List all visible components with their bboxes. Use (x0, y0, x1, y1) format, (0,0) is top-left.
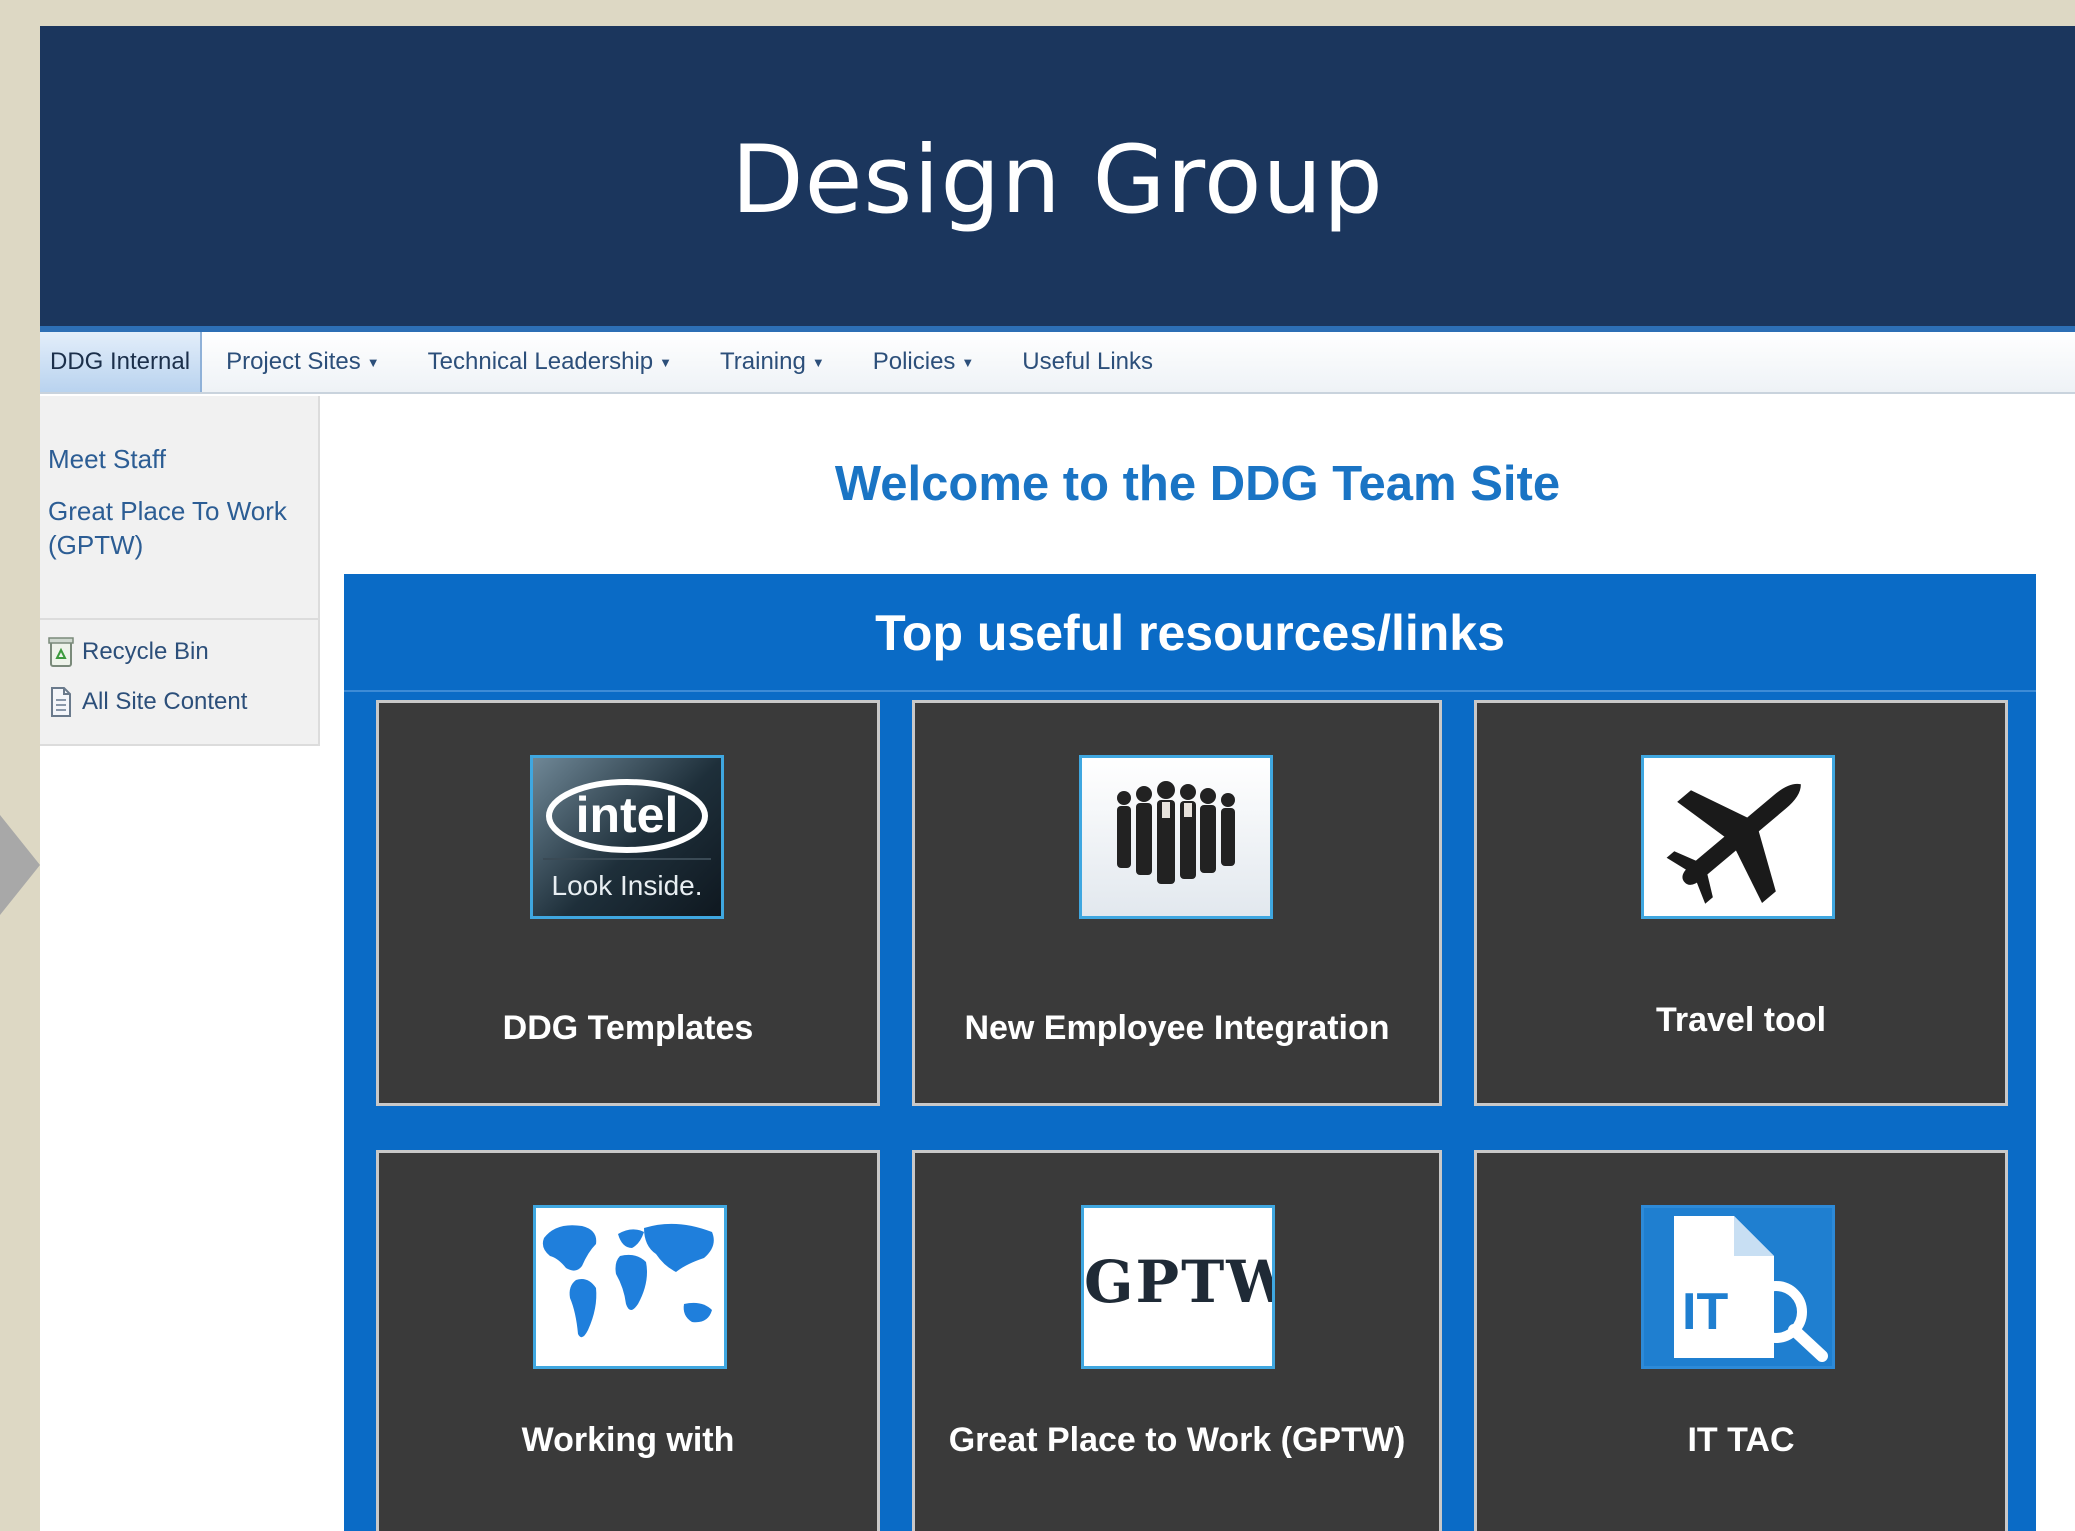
it-document-search-icon (1674, 1216, 1828, 1362)
it-document-search-image: IT (1641, 1205, 1835, 1369)
nav-item-ddg-internal[interactable]: DDG Internal (40, 332, 203, 392)
tile-label: New Employee Integration (964, 1009, 1390, 1047)
airplane-icon (1666, 783, 1801, 904)
sidebar-util-label: All Site Content (82, 688, 248, 715)
nav-label: Policies (872, 348, 956, 375)
tile-label: Great Place to Work (GPTW) (948, 1421, 1406, 1459)
tile-new-employee-integration[interactable]: New Employee Integration (912, 700, 1442, 1106)
sidebar-recycle-bin[interactable]: Recycle Bin (48, 636, 209, 668)
business-people-image (1079, 755, 1273, 919)
nav-item-useful-links[interactable]: Useful Links (998, 332, 1177, 392)
resources-panel: Top useful resources/links intel Look In… (344, 574, 2036, 1531)
sidebar-link-label: (GPTW) (48, 530, 144, 560)
sidebar-link-gptw[interactable]: Great Place To Work (GPTW) (48, 494, 287, 562)
it-logo-text: IT (1682, 1283, 1729, 1341)
sidebar-divider (40, 618, 318, 620)
gptw-logo-text: GPTW (1084, 1248, 1275, 1316)
nav-label: Training (720, 348, 806, 375)
tile-label: Working with (521, 1421, 735, 1459)
tile-great-place-to-work[interactable]: GPTW Great Place to Work (GPTW) (912, 1150, 1442, 1531)
sharepoint-page: Design Group DDG Internal Project Sites … (40, 26, 2075, 1531)
tile-working-with[interactable]: Working with (376, 1150, 880, 1531)
site-content-icon (51, 687, 71, 717)
intel-logo-tagline: Look Inside. (551, 870, 703, 901)
business-people-graphic (1117, 781, 1235, 884)
airplane-image (1641, 755, 1835, 919)
nav-item-training[interactable]: Training ▼ (696, 332, 849, 392)
intel-logo-image: intel Look Inside. (530, 755, 724, 919)
nav-item-project-sites[interactable]: Project Sites ▼ (202, 332, 404, 392)
top-navigation-bar: DDG Internal Project Sites ▼ Technical L… (40, 332, 2075, 394)
quick-launch-sidebar: Meet Staff Great Place To Work (GPTW) Re… (40, 396, 320, 746)
sidebar-util-label: Recycle Bin (82, 638, 209, 665)
sidebar-all-site-content[interactable]: All Site Content (48, 686, 247, 718)
site-banner: Design Group (40, 26, 2075, 332)
dropdown-caret-icon: ▼ (961, 354, 975, 370)
sidebar-link-label: Great Place To Work (48, 496, 287, 526)
site-title: Design Group (731, 126, 1384, 235)
dropdown-caret-icon: ▼ (659, 354, 673, 370)
nav-label: Technical Leadership (427, 348, 654, 375)
tile-label: IT TAC (1687, 1421, 1795, 1459)
nav-item-policies[interactable]: Policies ▼ (849, 332, 999, 392)
dropdown-caret-icon: ▼ (811, 354, 825, 370)
welcome-heading: Welcome to the DDG Team Site (834, 457, 1561, 511)
tile-label: DDG Templates (502, 1009, 754, 1047)
world-map-graphic (542, 1223, 714, 1338)
nav-label: Useful Links (1022, 348, 1154, 375)
resources-divider (344, 690, 2036, 692)
resources-title: Top useful resources/links (875, 605, 1505, 661)
tile-label: Travel tool (1655, 1001, 1827, 1039)
nav-label: Project Sites (226, 348, 361, 375)
tile-travel-tool[interactable]: Travel tool (1474, 700, 2008, 1106)
intel-logo-text: intel (575, 787, 679, 843)
recycle-bin-icon (48, 637, 74, 667)
sidebar-link-meet-staff[interactable]: Meet Staff (48, 442, 166, 476)
dropdown-caret-icon: ▼ (366, 354, 380, 370)
world-map-image (533, 1205, 727, 1369)
nav-label: DDG Internal (50, 348, 191, 375)
tile-it-tac[interactable]: IT IT TAC (1474, 1150, 2008, 1531)
gptw-logo-image: GPTW (1081, 1205, 1275, 1369)
tile-ddg-templates[interactable]: intel Look Inside. DDG Templates (376, 700, 880, 1106)
nav-item-technical-leadership[interactable]: Technical Leadership ▼ (404, 332, 696, 392)
slide-arrow-decoration (0, 815, 40, 915)
